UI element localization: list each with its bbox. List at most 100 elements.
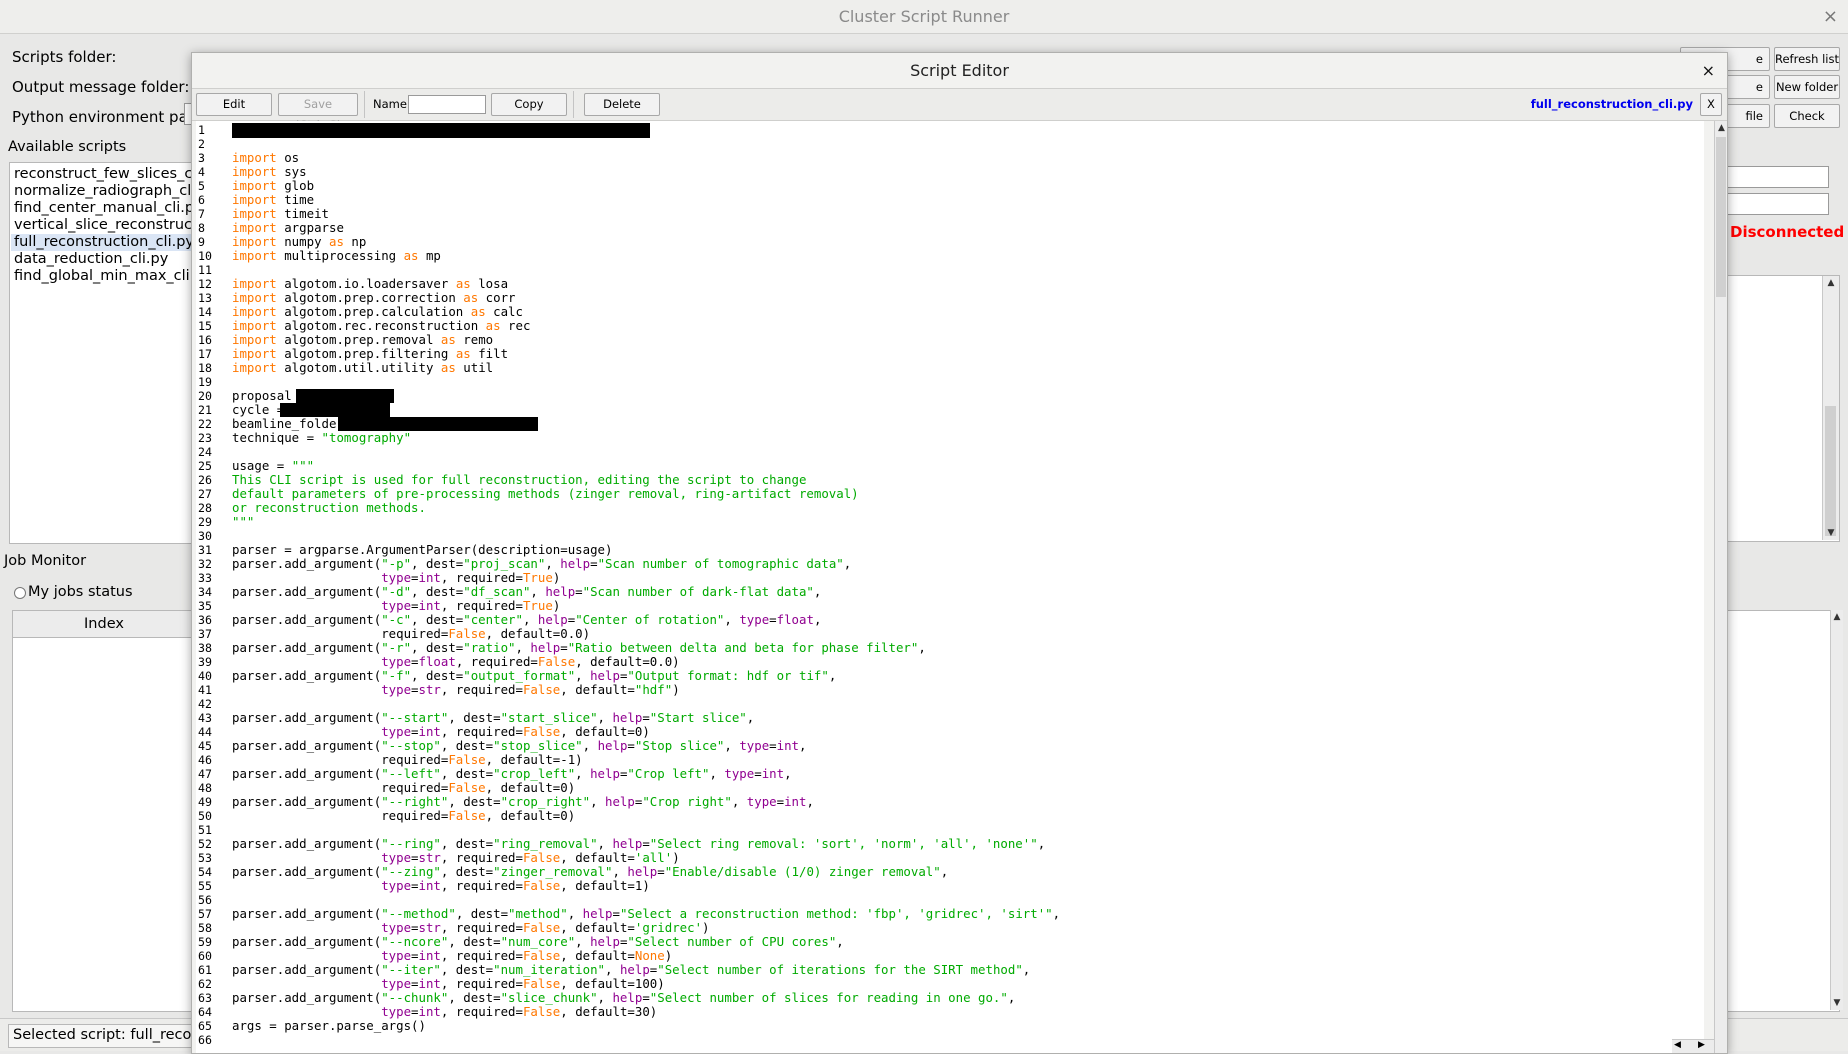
name-label: Name: [373,97,411,111]
code-line-49: parser.add_argument("--right", dest="cro… [232,794,814,809]
line-number: 32 [198,557,212,571]
line-number: 15 [198,319,212,333]
line-number: 10 [198,249,212,263]
list-item[interactable]: find_center_manual_cli.py [14,200,203,217]
code-line-61: parser.add_argument("--iter", dest="num_… [232,962,1031,977]
line-number: 46 [198,753,212,767]
scroll-up-icon[interactable]: ▲ [1823,278,1839,288]
code-line-29: """ [232,514,255,529]
line-number: 64 [198,1005,212,1019]
line-number: 65 [198,1019,212,1033]
new-folder-button[interactable]: New folder [1774,75,1840,99]
code-line-47: parser.add_argument("--left", dest="crop… [232,766,792,781]
code-line-33: type=int, required=True) [381,570,561,585]
code-line-45: parser.add_argument("--stop", dest="stop… [232,738,807,753]
jobs-scrollbar[interactable]: ▲ ▼ [1830,610,1843,1010]
connection-status: Disconnected [1730,223,1845,241]
selected-script-status: Selected script: full_reconstruction_cli… [8,1024,194,1048]
line-number: 66 [198,1033,212,1047]
output-scrollbar[interactable]: ▲ ▼ [1822,276,1839,540]
line-number: 7 [198,207,205,221]
code-line-6: import time [232,192,315,207]
line-number: 18 [198,361,212,375]
line-number: 1 [198,123,205,137]
code-line-54: parser.add_argument("--zing", dest="zing… [232,864,949,879]
editor-toolbar: Edit Save (Ctrl+S) Name: Copy Delete ful… [192,89,1727,132]
list-item-selected[interactable]: full_reconstruction_cli.py [11,234,195,251]
scroll-down-icon[interactable]: ▼ [1823,528,1839,538]
line-number: 33 [198,571,212,585]
line-number: 27 [198,487,212,501]
copy-button[interactable]: Copy [491,93,567,116]
scroll-thumb[interactable] [1825,406,1836,536]
code-line-14: import algotom.prep.calculation as calc [232,304,523,319]
window-close-button[interactable]: × [1823,0,1838,33]
line-number: 9 [198,235,205,249]
check-button[interactable]: Check [1774,104,1840,128]
code-line-46: required=False, default=-1) [232,752,583,767]
code-line-31: parser = argparse.ArgumentParser(descrip… [232,542,613,557]
line-number: 3 [198,151,205,165]
jobs-table-right [1726,610,1840,1012]
edit-button[interactable]: Edit [196,93,272,116]
line-number: 11 [198,263,212,277]
line-number: 38 [198,641,212,655]
code-line-32: parser.add_argument("-p", dest="proj_sca… [232,556,852,571]
line-number: 53 [198,851,212,865]
line-number: 20 [198,389,212,403]
editor-vertical-scrollbar[interactable]: ▲ [1714,121,1727,1053]
username-input[interactable] [1726,166,1829,188]
code-line-22: beamline_folder = [232,416,367,431]
code-line-8: import argparse [232,220,344,235]
line-number: 37 [198,627,212,641]
line-number: 61 [198,963,212,977]
code-line-36: parser.add_argument("-c", dest="center",… [232,612,822,627]
scroll-up-icon[interactable]: ▲ [1715,123,1727,133]
line-number: 31 [198,543,212,557]
code-line-64: type=int, required=False, default=30) [381,1004,658,1019]
line-number: 60 [198,949,212,963]
code-line-44: type=int, required=False, default=0) [381,724,650,739]
line-number: 48 [198,781,212,795]
code-editor[interactable]: 1 2 3 4 5 6 7 8 9 10 11 12 13 14 15 16 17 18 19 20 21 22 23 24 2… [196,121,1704,1053]
save-button[interactable]: Save (Ctrl+S) [278,93,358,132]
code-line-58: type=str, required=False, default='gridr… [381,920,710,935]
scroll-thumb[interactable] [1716,137,1726,297]
code-line-50: required=False, default=0) [232,808,576,823]
scroll-right-icon[interactable]: ▶ [1698,1040,1705,1050]
script-editor-close-button[interactable]: × [1702,53,1715,88]
line-number: 34 [198,585,212,599]
editor-x-button[interactable]: X [1700,93,1722,116]
list-item[interactable]: normalize_radiograph_cli.py [14,183,218,200]
available-scripts-heading: Available scripts [8,139,127,155]
refresh-list-button[interactable]: Refresh list [1774,47,1840,71]
code-line-63: parser.add_argument("--chunk", dest="sli… [232,990,1016,1005]
delete-button[interactable]: Delete [584,93,660,116]
line-number: 26 [198,473,212,487]
scroll-left-icon[interactable]: ◀ [1674,1040,1681,1050]
code-line-60: type=int, required=False, default=None) [381,948,673,963]
line-number: 36 [198,613,212,627]
code-line-12: import algotom.io.loadersaver as losa [232,276,509,291]
scroll-up-icon[interactable]: ▲ [1831,612,1843,622]
code-line-48: required=False, default=0) [232,780,576,795]
scroll-down-icon[interactable]: ▼ [1831,998,1843,1008]
line-number: 40 [198,669,212,683]
scripts-list[interactable]: reconstruct_few_slices_cli.py normalize_… [9,162,265,544]
my-jobs-label: My jobs status [28,584,133,600]
code-line-59: parser.add_argument("--ncore", dest="num… [232,934,844,949]
my-jobs-radio[interactable] [14,587,26,599]
code-line-53: type=str, required=False, default='all') [381,850,680,865]
column-header-index[interactable]: Index [13,611,195,638]
name-input[interactable] [408,95,486,114]
password-input[interactable] [1726,193,1829,215]
list-item[interactable]: find_global_min_max_cli.py [14,268,212,285]
list-item[interactable]: data_reduction_cli.py [14,251,168,268]
editor-horizontal-scrollbar[interactable]: ◀ ▶ [1672,1039,1714,1053]
line-number: 39 [198,655,212,669]
code-line-21: cycle = [232,402,292,417]
line-number: 22 [198,417,212,431]
jobs-table[interactable]: Index [12,610,196,1012]
code-line-57: parser.add_argument("--method", dest="me… [232,906,1061,921]
line-number: 29 [198,515,212,529]
